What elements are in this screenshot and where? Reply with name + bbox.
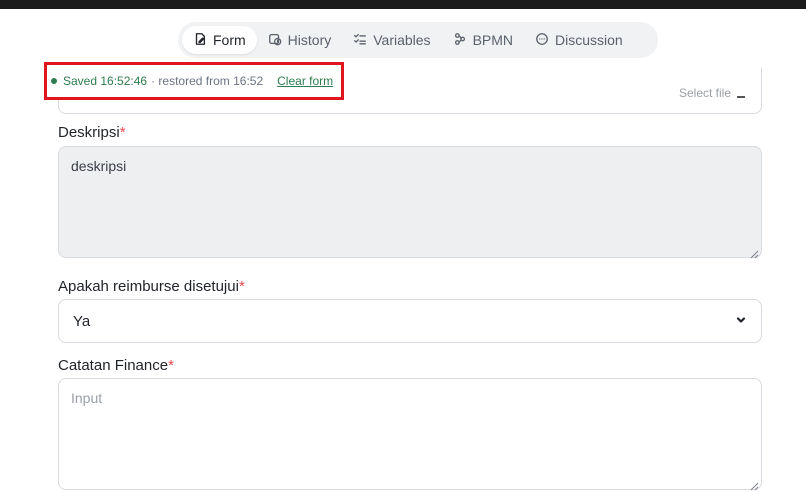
reimburse-label: Apakah reimburse disetujui*	[58, 278, 245, 295]
tab-variables-label: Variables	[373, 32, 431, 48]
clear-form-link[interactable]: Clear form	[277, 74, 333, 88]
list-check-icon	[353, 32, 367, 49]
workflow-icon	[453, 32, 467, 49]
reimburse-select[interactable]: Ya	[58, 299, 762, 343]
tab-history-label: History	[287, 32, 332, 48]
previous-field-partial-text: Select file	[678, 86, 746, 100]
catatan-finance-label-text: Catatan Finance	[58, 357, 169, 374]
reimburse-selected-value: Ya	[73, 312, 91, 330]
deskripsi-value: deskripsi	[71, 158, 127, 174]
deskripsi-label: Deskripsi*	[58, 124, 126, 141]
save-status-bar: Saved 16:52:46 · restored from 16:52 Cle…	[44, 62, 344, 100]
tab-history[interactable]: History	[257, 26, 343, 54]
chevron-down-icon	[735, 313, 747, 330]
window-top-bar	[0, 0, 806, 9]
required-marker: *	[238, 278, 245, 295]
view-tabs: Form History Variables BPMN Discussion	[178, 22, 658, 58]
history-icon	[268, 32, 282, 49]
deskripsi-label-text: Deskripsi	[58, 124, 120, 141]
resize-handle-icon[interactable]	[750, 478, 759, 491]
catatan-finance-label: Catatan Finance*	[58, 357, 174, 374]
tab-discussion-label: Discussion	[555, 32, 623, 48]
tab-discussion[interactable]: Discussion	[524, 26, 634, 54]
tab-form-label: Form	[213, 32, 246, 48]
catatan-finance-textarea[interactable]: Input	[58, 378, 762, 491]
required-marker: *	[119, 124, 126, 141]
tab-form[interactable]: Form	[182, 26, 257, 54]
catatan-finance-placeholder: Input	[71, 390, 103, 406]
saved-timestamp: Saved 16:52:46	[63, 74, 148, 88]
resize-handle-icon[interactable]	[750, 246, 759, 259]
restored-text: · restored from 16:52	[151, 74, 264, 88]
tab-bpmn[interactable]: BPMN	[442, 26, 524, 54]
reimburse-label-text: Apakah reimburse disetujui	[58, 278, 239, 295]
tab-bpmn-label: BPMN	[472, 32, 514, 48]
form-edit-icon	[193, 32, 207, 49]
required-marker: *	[168, 357, 174, 374]
status-dot-icon	[51, 78, 57, 84]
chat-bubble-icon	[535, 32, 549, 49]
deskripsi-textarea[interactable]: deskripsi	[58, 146, 762, 259]
tab-variables[interactable]: Variables	[342, 26, 441, 54]
